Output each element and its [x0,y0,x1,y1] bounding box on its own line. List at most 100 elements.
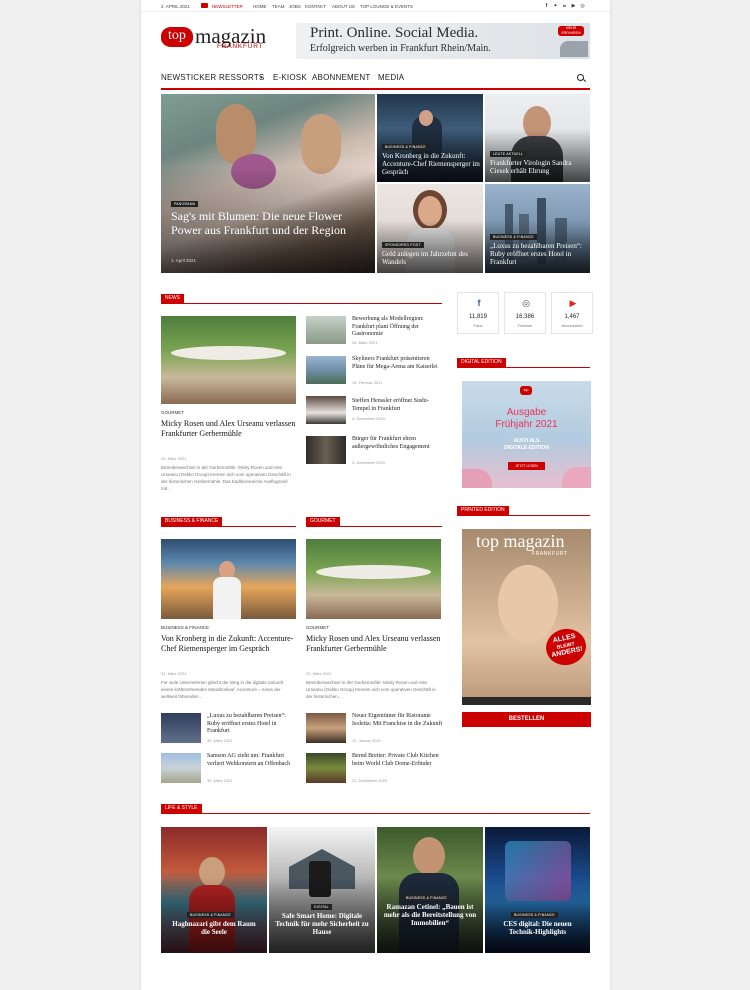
news-main-title[interactable]: Micky Rosen und Alex Urseanu verlassen F… [161,419,296,438]
order-button[interactable]: BESTELLEN [462,712,591,727]
ad-banner[interactable]: Print. Online. Social Media. Erfolgreich… [296,23,590,59]
cover-face [498,565,558,643]
category-tag[interactable]: DIGITAL [311,904,332,910]
news-item-3-thumb[interactable] [306,396,346,424]
business-main-image[interactable] [161,539,296,619]
category-tag[interactable]: BUSINESS & FINANCE [187,912,234,918]
top-link-about[interactable]: ABOUT US [332,4,355,9]
hero-main-title[interactable]: Sag's mit Blumen: Die neue Flower Power … [171,209,371,238]
hero-tile-1-title[interactable]: Von Kronberg in die Zukunft: Accenture-C… [382,152,482,176]
lifestyle-tile-4[interactable]: BUSINESS & FINANCE CES digital: Die neue… [485,827,590,953]
lifestyle-tile-1-title[interactable]: Haghnazari gibt dem Raum die Seele [167,920,261,936]
category-tag[interactable]: LEUTE AKTUELL [490,151,527,157]
parasol [316,565,431,579]
category-tag[interactable]: SPONSORED POST [382,242,424,248]
printed-edition-cover[interactable]: top magazin FRANKFURT ALLES BLEIBT ANDER… [462,529,591,705]
banner-subline: Erfolgreich werben in Frankfurt Rhein/Ma… [310,43,491,54]
instagram-icon: ◎ [522,298,530,308]
gourmet-item-1-thumb[interactable] [306,713,346,743]
mail-icon[interactable] [201,3,208,8]
nav-media[interactable]: MEDIA [378,73,404,82]
youtube-icon[interactable]: ▶ [571,3,576,9]
banner-cta-button[interactable]: MEHR ERFAHREN [558,26,584,36]
top-link-home[interactable]: HOME [253,4,267,9]
category-tag[interactable]: BUSINESS & FINANCE [382,144,429,150]
newsletter-link[interactable]: NEWSLETTER [212,4,243,9]
top-link-lounge[interactable]: TOP LOUNGE & EVENTS [360,4,413,9]
lifestyle-tile-1[interactable]: BUSINESS & FINANCE Haghnazari gibt dem R… [161,827,267,953]
nav-newsticker[interactable]: NEWSTICKER [161,73,216,82]
lifestyle-tile-2[interactable]: DIGITAL Safe Smart Home: Digitale Techni… [269,827,375,953]
hero-tile-4[interactable]: BUSINESS & FINANCE „Luxus zu bezahlbaren… [485,184,590,273]
hero-tile-4-title[interactable]: „Luxus zu bezahlbaren Preisen“: Ruby erö… [490,242,590,266]
lifestyle-tile-4-title[interactable]: CES digital: Die neuen Technik-Highlight… [490,920,585,936]
top-link-kontakt[interactable]: KONTAKT [305,4,326,9]
business-main-category[interactable]: BUSINESS & FINANCE [161,625,209,630]
hero-tile-2-title[interactable]: Frankfurter Virologin Sandra Ciesek erhä… [490,159,590,175]
top-link-jobs[interactable]: JOBS [289,4,301,9]
section-label[interactable]: NEWS [161,294,184,303]
gourmet-section-header: GOURMET [306,517,442,527]
gourmet-item-1-title[interactable]: Neuer Eigentümer für Ristorante Isoletta… [352,713,444,728]
hero-tile-2[interactable]: LEUTE AKTUELL Frankfurter Virologin Sand… [485,94,590,182]
section-label[interactable]: LIFE & STYLE [161,804,202,813]
gourmet-main-date: 29. März 2021 [306,671,332,676]
news-item-2-thumb[interactable] [306,356,346,384]
read-now-button[interactable]: JETZT LESEN [508,462,545,470]
nav-ressorts[interactable]: RESSORTS [219,73,264,82]
lifestyle-tile-2-title[interactable]: Safe Smart Home: Digitale Technik für me… [274,912,370,936]
main-nav: NEWSTICKER RESSORTS ▾ E-KIOSK ABONNEMENT… [161,70,590,90]
gourmet-item-2-thumb[interactable] [306,753,346,783]
hero-tile-3-title[interactable]: Geld anlegen im Jahrzehnt des Wandels [382,250,482,266]
logo-city: FRANKFURT [217,43,264,50]
news-item-1-thumb[interactable] [306,316,346,344]
lifestyle-tile-3[interactable]: BUSINESS & FINANCE Ramazan Cetinel: „Bau… [377,827,483,953]
news-main-category[interactable]: GOURMET [161,410,184,415]
section-label[interactable]: BUSINESS & FINANCE [161,517,223,526]
business-item-1-thumb[interactable] [161,713,201,743]
social-facebook-box[interactable]: f 11,819 Fans [457,292,499,334]
category-tag[interactable]: BUSINESS & FINANCE [403,895,450,901]
digital-edition-cover[interactable]: top Ausgabe Frühjahr 2021 AUCH ALS DIGIT… [462,381,591,488]
gourmet-item-2-title[interactable]: Bernd Breiter: Private Club Kitchen beim… [352,753,444,768]
business-item-2-title[interactable]: Samson AG zieht um: Frankfurt verliert W… [207,753,299,768]
business-item-2-thumb[interactable] [161,753,201,783]
linkedin-icon[interactable]: in [562,3,567,9]
news-main-image[interactable] [161,316,296,404]
top-link-team[interactable]: TEAM [272,4,285,9]
nav-ekiosk[interactable]: E-KIOSK [273,73,307,82]
social-instagram-box[interactable]: ◎ 16,386 Follower [504,292,546,334]
social-youtube-box[interactable]: ▶ 1,467 Abonnenten [551,292,593,334]
hero-tile-1[interactable]: BUSINESS & FINANCE Von Kronberg in die Z… [377,94,483,182]
business-item-1-title[interactable]: „Luxus zu bezahlbaren Preisen“: Ruby erö… [207,713,299,736]
hero-tile-3[interactable]: SPONSORED POST Geld anlegen im Jahrzehnt… [377,184,483,273]
blossom-decoration [562,467,591,488]
business-main-title[interactable]: Von Kronberg in die Zukunft: Accenture-C… [161,634,301,653]
chevron-down-icon[interactable]: ▾ [260,75,263,81]
hero-main-tile[interactable]: PANORAMA Sag's mit Blumen: Die neue Flow… [161,94,375,273]
section-label[interactable]: DIGITAL EDITION [457,358,506,367]
gourmet-main-title[interactable]: Micky Rosen und Alex Urseanu verlassen F… [306,634,441,653]
facebook-icon[interactable]: f [544,3,549,9]
category-tag[interactable]: BUSINESS & FINANCE [490,234,537,240]
section-label[interactable]: GOURMET [306,517,340,526]
news-item-4-title[interactable]: Bürger für Frankfurt ehren außergewöhnli… [352,436,444,451]
lifestyle-tile-3-title[interactable]: Ramazan Cetinel: „Bauen ist mehr als die… [382,903,478,927]
gourmet-main-category[interactable]: GOURMET [306,625,329,630]
category-tag[interactable]: BUSINESS & FINANCE [511,912,558,918]
person-head [419,110,433,126]
section-label[interactable]: PRINTED EDITION [457,506,509,515]
twitter-icon[interactable]: ✦ [553,3,558,9]
category-tag[interactable]: PANORAMA [171,201,199,207]
news-item-2-title[interactable]: Skyliners Frankfurt präsentieren Pläne f… [352,356,444,371]
news-item-3-date: 4. Dezember 2020 [352,416,385,421]
nav-abonnement[interactable]: ABONNEMENT [312,73,370,82]
person-head [413,837,445,875]
gourmet-main-image[interactable] [306,539,441,619]
news-item-3-title[interactable]: Steffen Henssler eröffnet Sushi-Tempel i… [352,398,444,413]
lifestyle-section-header: LIFE & STYLE [161,804,590,814]
instagram-icon[interactable]: ◎ [580,3,585,9]
news-item-1-title[interactable]: Bewerbung als Modellregion: Frankfurt pl… [352,316,444,339]
search-icon[interactable] [577,74,584,81]
news-item-4-thumb[interactable] [306,436,346,464]
